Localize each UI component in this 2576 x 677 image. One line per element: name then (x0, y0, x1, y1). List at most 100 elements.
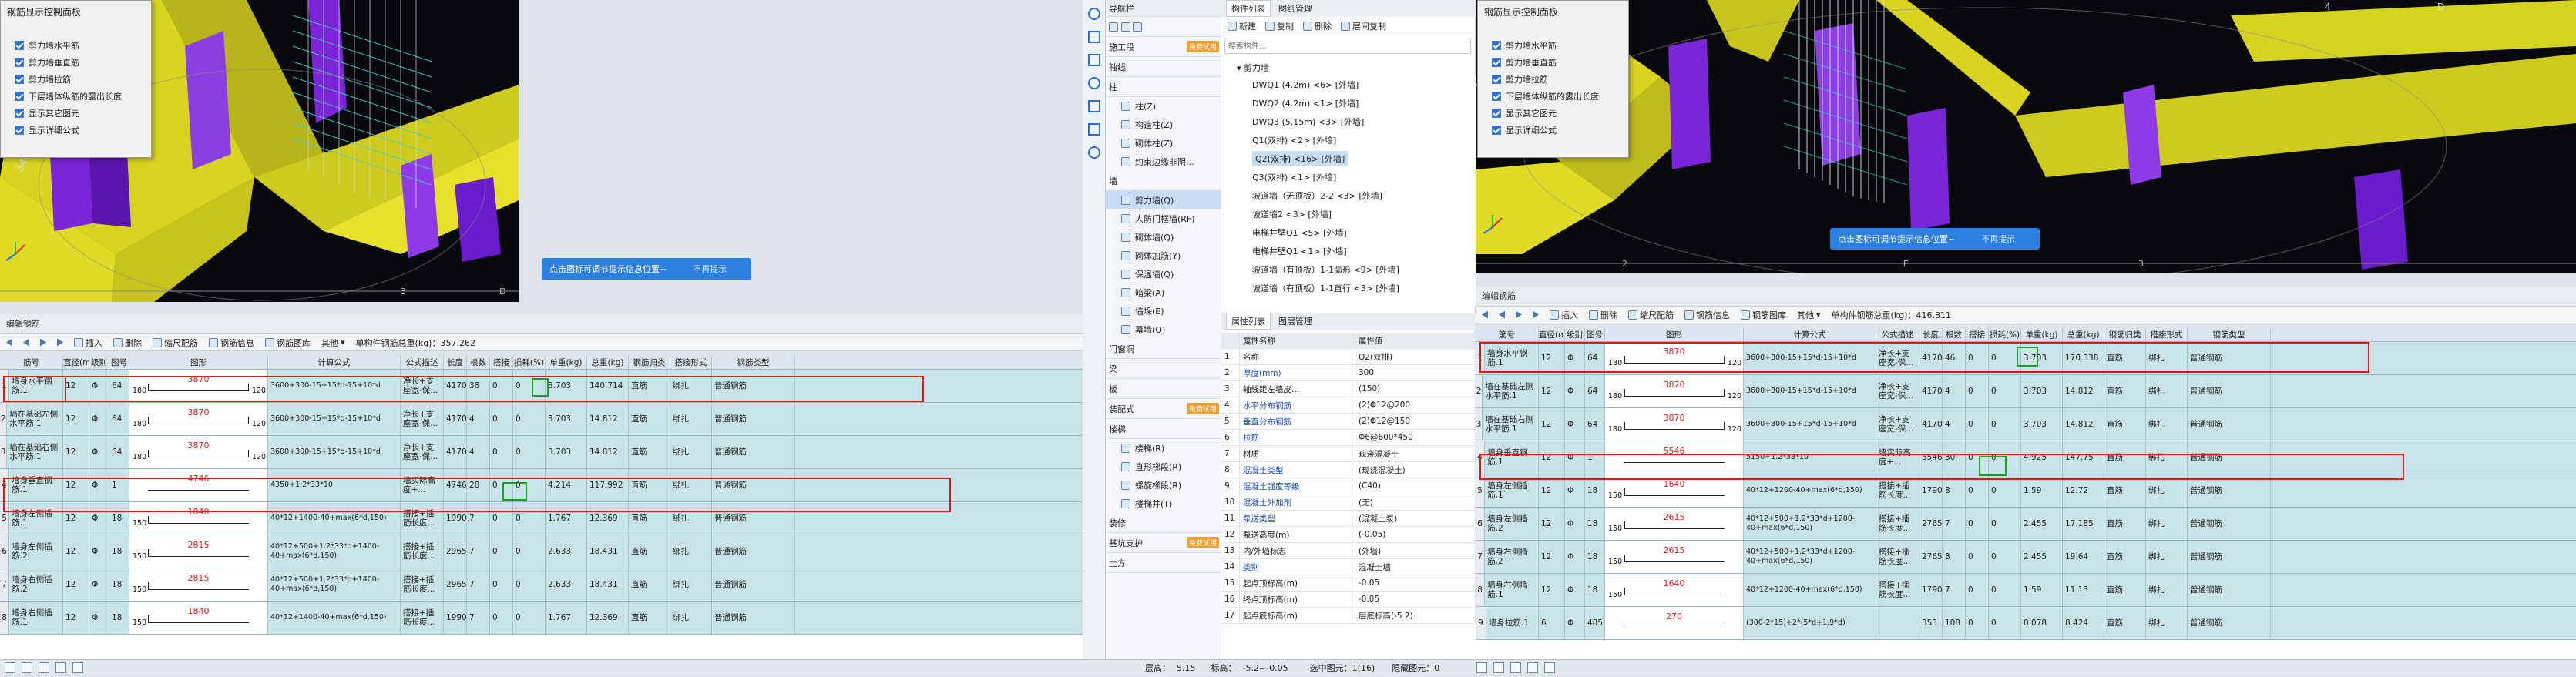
rebar-name-cell[interactable]: 9 墙身拉筋.1 (1476, 607, 1539, 639)
column-header[interactable]: 总重(kg) (2063, 328, 2104, 341)
rebar-loss-cell[interactable]: 0 (1989, 508, 2021, 540)
property-row[interactable]: 3 轴线距左墙皮... (150) (1221, 381, 1476, 397)
rebar-grade-cell[interactable]: Φ (89, 568, 109, 601)
rebar-cls-cell[interactable]: 直筋 (2104, 508, 2146, 540)
rebar-lapf-cell[interactable]: 绑扎 (2146, 474, 2188, 507)
rebar-grade-cell[interactable]: Φ (89, 403, 109, 435)
rebar-formula-cell[interactable]: 40*12+500+1.2*33*d+1200-40+max(6*d,150) (1744, 508, 1876, 540)
rebar-lap-cell[interactable]: 0 (1966, 342, 1989, 374)
prop-value[interactable]: (150) (1355, 381, 1476, 397)
rebar-name-cell[interactable]: 3 墙在基础右侧水平筋.1 (1476, 408, 1539, 441)
rebar-dia-cell[interactable]: 12 (63, 568, 89, 601)
copy-button[interactable]: 复制 (1265, 20, 1294, 32)
rebar-uw-cell[interactable]: 4.214 (546, 469, 587, 501)
hint-banner[interactable]: 点击图标可调节提示信息位置~ 不再提示 (1830, 228, 2040, 250)
rebar-loss-cell[interactable]: 0 (513, 535, 546, 568)
prop-value[interactable]: (无) (1355, 494, 1476, 510)
checkbox-checked-icon[interactable] (15, 126, 24, 135)
rebar-uw-cell[interactable]: 3.703 (546, 436, 587, 468)
rebar-cnt-cell[interactable]: 7 (467, 535, 490, 568)
rebar-type-cell[interactable]: 普通钢筋 (712, 568, 795, 601)
line-tool-icon[interactable] (1510, 662, 1522, 673)
rebar-fig-cell[interactable]: 64 (109, 370, 129, 402)
rebar-type-cell[interactable]: 普通钢筋 (712, 535, 795, 568)
rebar-fig-cell[interactable]: 18 (109, 568, 129, 601)
nav-item[interactable]: 砌体墙(Q) (1106, 228, 1221, 246)
component-item[interactable]: DWQ1 (4.2m) <6> [外墙] (1221, 75, 1476, 94)
rebar-fig-cell[interactable]: 64 (1585, 375, 1605, 407)
checkbox-checked-icon[interactable] (15, 92, 24, 101)
component-item[interactable]: 电梯井壁Q1 <5> [外墙] (1221, 223, 1476, 242)
rebar-type-cell[interactable]: 普通钢筋 (712, 436, 795, 468)
rebar-loss-cell[interactable]: 0 (513, 436, 546, 468)
rebar-name-cell[interactable]: 1 墙身水平钢筋.1 (1476, 342, 1539, 374)
checkbox-item[interactable]: 显示详细公式 (1, 122, 151, 139)
column-header[interactable]: 总重(kg) (587, 356, 629, 369)
rebar-len-cell[interactable]: 4170 (444, 370, 467, 402)
rebar-type-cell[interactable]: 普通钢筋 (2188, 342, 2271, 374)
rebar-cnt-cell[interactable]: 4 (467, 436, 490, 468)
rebar-type-cell[interactable]: 普通钢筋 (712, 370, 795, 402)
nav-item[interactable]: 墙垛(E) (1106, 302, 1221, 320)
rebar-tw-cell[interactable]: 14.812 (587, 436, 629, 468)
property-row[interactable]: 11 泵送类型 (混凝土泵) (1221, 511, 1476, 527)
select-tool-icon[interactable] (1476, 662, 1488, 673)
table-row[interactable]: 5 墙身左侧插筋.1 12 Φ 18 150 1640 40*12+1200-40+max(6… (1476, 474, 2576, 508)
rebar-cnt-cell[interactable]: 7 (467, 502, 490, 535)
nav-item[interactable]: 柱(Z) (1106, 97, 1221, 116)
column-header[interactable]: 级别 (1565, 328, 1585, 341)
rebar-desc-cell[interactable] (1876, 607, 1919, 639)
property-row[interactable]: 10 混凝土外加剂 (无) (1221, 494, 1476, 511)
column-header[interactable]: 钢筋类型 (712, 356, 795, 369)
rebar-grade-cell[interactable]: Φ (1565, 574, 1585, 606)
rebar-type-cell[interactable]: 普通钢筋 (2188, 508, 2271, 540)
rebar-formula-cell[interactable]: 3600+300-15+15*d-15+10*d (268, 370, 401, 402)
rebar-loss-cell[interactable]: 0 (1989, 375, 2021, 407)
rebar-tw-cell[interactable]: 12.369 (587, 602, 629, 634)
rebar-cnt-cell[interactable]: 8 (1943, 541, 1966, 573)
rebar-dia-cell[interactable]: 12 (1539, 541, 1565, 573)
rebar-dia-cell[interactable]: 12 (63, 602, 89, 634)
column-header[interactable]: 搭接 (1966, 328, 1989, 341)
rebar-dia-cell[interactable]: 12 (1539, 375, 1565, 407)
rebar-desc-cell[interactable]: 净长+支座宽-保... (401, 370, 444, 402)
rebar-uw-cell[interactable]: 0.078 (2021, 607, 2063, 639)
rebar-name-cell[interactable]: 6 墙身左侧插筋.2 (0, 535, 63, 568)
checkbox-checked-icon[interactable] (1492, 41, 1501, 50)
rebar-formula-cell[interactable]: 3600+300-15+15*d-15+10*d (1744, 408, 1876, 441)
rebar-formula-cell[interactable]: 3600+300-15+15*d-15+10*d (1744, 375, 1876, 407)
rebar-info-button[interactable]: 钢筋信息 (1684, 309, 1730, 321)
rebar-desc-cell[interactable]: 搭接+插筋长度... (401, 502, 444, 535)
rebar-uw-cell[interactable]: 1.767 (546, 502, 587, 535)
prop-value[interactable]: (2)Φ12@150 (1355, 414, 1476, 429)
prop-value[interactable]: (外墙) (1355, 543, 1476, 558)
line-tool-icon[interactable] (39, 662, 49, 673)
rebar-lap-cell[interactable]: 0 (1966, 574, 1989, 606)
table-row[interactable]: 1 墙身水平钢筋.1 12 Φ 64 180 3870 120 3600+300-15+15*d… (0, 370, 1102, 403)
rebar-loss-cell[interactable]: 0 (513, 469, 546, 501)
rebar-lapf-cell[interactable]: 绑扎 (670, 370, 712, 402)
rebar-name-cell[interactable]: 8 墙身右侧插筋.1 (1476, 574, 1539, 606)
nav-item[interactable]: 构造柱(Z) (1106, 116, 1221, 134)
rebar-name-cell[interactable]: 8 墙身右侧插筋.1 (0, 602, 63, 634)
rebar-fig-cell[interactable]: 18 (1585, 574, 1605, 606)
rebar-lap-cell[interactable]: 0 (490, 502, 513, 535)
prev-icon[interactable] (23, 338, 29, 347)
tab-component-list[interactable]: 构件列表 (1226, 0, 1271, 17)
checkbox-item[interactable]: 剪力墙水平筋 (1478, 37, 1628, 54)
tab-property-list[interactable]: 属性列表 (1226, 313, 1271, 330)
rebar-tw-cell[interactable]: 19.64 (2063, 541, 2104, 573)
rebar-library-button[interactable]: 钢筋图库 (265, 337, 311, 349)
rebar-formula-cell[interactable]: 40*12+500+1.2*33*d+1200-40+max(6*d,150) (1744, 541, 1876, 573)
prev-icon[interactable] (1499, 310, 1505, 319)
rebar-uw-cell[interactable]: 2.633 (546, 568, 587, 601)
rebar-grade-cell[interactable]: Φ (1565, 474, 1585, 507)
rebar-fig-cell[interactable]: 1 (1585, 441, 1605, 474)
rebar-grade-cell[interactable]: Φ (1565, 607, 1585, 639)
rebar-type-cell[interactable]: 普通钢筋 (712, 403, 795, 435)
prop-value[interactable]: 层底标高(-5.2) (1355, 608, 1476, 623)
rebar-cnt-cell[interactable]: 7 (1943, 508, 1966, 540)
rebar-lap-cell[interactable]: 0 (490, 469, 513, 501)
column-header[interactable]: 单重(kg) (2021, 328, 2063, 341)
tree-view-icon[interactable] (1120, 22, 1130, 32)
